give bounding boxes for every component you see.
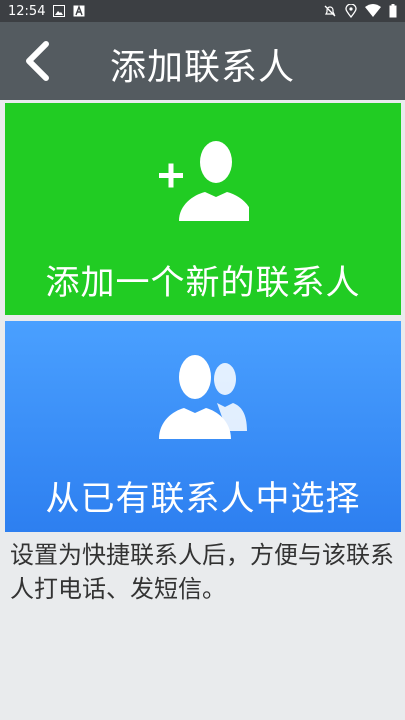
choose-existing-contact-button[interactable]: 从已有联系人中选择	[5, 321, 401, 532]
status-right	[323, 4, 397, 18]
page-title: 添加联系人	[109, 47, 295, 88]
status-bar: 12:54	[0, 0, 405, 22]
status-time: 12:54	[8, 3, 46, 19]
location-icon	[345, 4, 357, 18]
battery-icon	[389, 4, 397, 18]
users-icon-wrap	[5, 351, 401, 441]
a-icon	[73, 5, 85, 17]
add-new-contact-button[interactable]: 添加一个新的联系人	[5, 103, 401, 315]
description-text: 设置为快捷联系人后，方便与该联系人打电话、发短信。	[10, 541, 394, 603]
add-user-icon	[159, 141, 249, 221]
status-left: 12:54	[8, 4, 85, 19]
users-icon	[159, 355, 247, 439]
choose-existing-contact-label: 从已有联系人中选择	[45, 479, 361, 519]
add-user-icon-wrap	[5, 135, 401, 223]
app-bar: 添加联系人	[0, 22, 405, 100]
silent-icon	[324, 5, 336, 17]
wifi-icon	[365, 4, 381, 17]
add-new-contact-label: 添加一个新的联系人	[45, 263, 361, 303]
photo-icon	[53, 5, 66, 17]
